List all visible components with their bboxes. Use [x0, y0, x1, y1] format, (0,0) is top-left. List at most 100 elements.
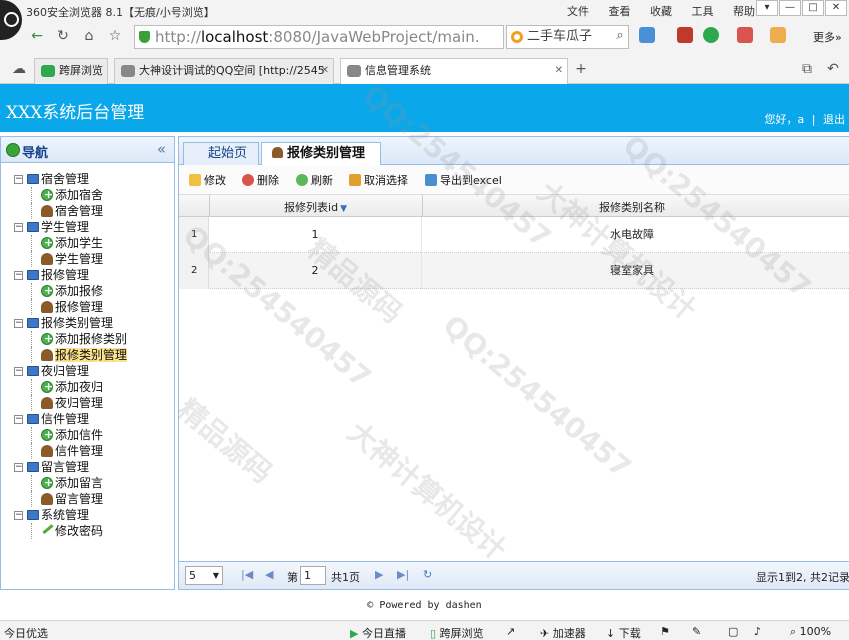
- cancel-select-button[interactable]: 取消选择: [349, 172, 408, 188]
- collapse-toggle-icon[interactable]: −: [14, 319, 23, 328]
- flag-icon[interactable]: ⚑: [660, 625, 670, 638]
- sidebar-item[interactable]: 添加学生: [1, 235, 174, 251]
- menu-view[interactable]: 查看: [609, 5, 631, 18]
- sidebar-item[interactable]: 夜归管理: [1, 395, 174, 411]
- sidebar-item[interactable]: 信件管理: [1, 443, 174, 459]
- refresh-button[interactable]: 刷新: [296, 172, 333, 188]
- grid-pager: 5 |◀ ◀ 第 1 共1页 ▶ ▶| ↻ 显示1到2, 共2记录: [179, 561, 849, 589]
- sidebar-item-label: 添加报修类别: [55, 332, 128, 346]
- skin-icon[interactable]: ▾: [756, 0, 778, 16]
- screenshot-icon[interactable]: [770, 27, 786, 43]
- table-row[interactable]: 1 1 水电故障: [179, 217, 849, 253]
- window-icon[interactable]: ▢: [728, 625, 738, 638]
- sidebar-group[interactable]: − 夜归管理: [1, 363, 174, 379]
- sidebar-group[interactable]: − 报修管理: [1, 267, 174, 283]
- menu-help[interactable]: 帮助: [733, 5, 755, 18]
- menu-file[interactable]: 文件: [567, 5, 589, 18]
- collapse-toggle-icon[interactable]: −: [14, 175, 23, 184]
- sidebar-item[interactable]: 添加报修类别: [1, 331, 174, 347]
- collapse-icon[interactable]: «: [157, 140, 166, 158]
- sidebar-item[interactable]: 学生管理: [1, 251, 174, 267]
- browser-tab-cross[interactable]: 跨屏浏览: [34, 58, 108, 84]
- collapse-toggle-icon[interactable]: −: [14, 463, 23, 472]
- minimize-icon[interactable]: —: [779, 0, 801, 16]
- undo-icon: [349, 174, 361, 186]
- maximize-icon[interactable]: □: [802, 0, 824, 16]
- new-tab-button[interactable]: +: [570, 58, 592, 80]
- accelerator-link[interactable]: ✈ 加速器: [540, 625, 586, 640]
- edit-page-icon[interactable]: ✎: [692, 625, 701, 638]
- next-page-icon[interactable]: ▶: [375, 568, 383, 581]
- more-menu[interactable]: 更多»: [813, 29, 842, 45]
- sidebar-group[interactable]: − 学生管理: [1, 219, 174, 235]
- first-page-icon[interactable]: |◀: [241, 568, 253, 581]
- download-link[interactable]: ↓ 下载: [606, 625, 641, 640]
- cross-label: 跨屏浏览: [439, 627, 484, 640]
- tab-home[interactable]: 起始页: [183, 142, 259, 165]
- home-icon[interactable]: ⌂: [78, 25, 100, 47]
- sidebar-group[interactable]: − 报修类别管理: [1, 315, 174, 331]
- sound-icon[interactable]: ♪: [754, 625, 761, 638]
- sidebar-group[interactable]: − 信件管理: [1, 411, 174, 427]
- edit-button[interactable]: 修改: [189, 172, 226, 188]
- mail-icon[interactable]: [677, 27, 693, 43]
- back-icon[interactable]: ←: [26, 25, 48, 47]
- tab-repair-category[interactable]: 报修类别管理×: [261, 142, 381, 181]
- sidebar-item[interactable]: 添加报修: [1, 283, 174, 299]
- address-bar[interactable]: http://localhost:8080/JavaWebProject/mai…: [134, 25, 504, 49]
- prev-page-icon[interactable]: ◀: [265, 568, 273, 581]
- sidebar-item[interactable]: 修改密码: [1, 521, 174, 539]
- sidebar-item[interactable]: 添加夜归: [1, 379, 174, 395]
- tab-close-icon[interactable]: ✕: [555, 59, 563, 83]
- bookmark-star-icon[interactable]: ☆: [104, 25, 126, 47]
- collapse-toggle-icon[interactable]: −: [14, 415, 23, 424]
- delete-button[interactable]: 删除: [242, 172, 279, 188]
- user-icon: [41, 445, 53, 457]
- sidebar-item[interactable]: 添加留言: [1, 475, 174, 491]
- collapse-toggle-icon[interactable]: −: [14, 271, 23, 280]
- table-row[interactable]: 2 2 寝室家具: [179, 253, 849, 289]
- close-window-icon[interactable]: ✕: [825, 0, 847, 16]
- sidebar-item-label: 留言管理: [55, 492, 104, 506]
- sidebar-group[interactable]: − 系统管理: [1, 507, 174, 523]
- collapse-toggle-icon[interactable]: −: [14, 367, 23, 376]
- browser-tab-active[interactable]: 信息管理系统 ✕: [340, 58, 568, 84]
- page-number-input[interactable]: 1: [300, 566, 326, 585]
- wallet-icon[interactable]: [703, 27, 719, 43]
- browser-tab-qzone[interactable]: 大神设计调试的QQ空间 [http://2545 ✕: [114, 58, 334, 84]
- sidebar-item-label: 添加夜归: [55, 380, 104, 394]
- search-icon[interactable]: ⌕: [609, 25, 631, 47]
- cloud-icon[interactable]: ☁: [8, 58, 30, 80]
- column-header-name[interactable]: 报修类别名称: [422, 199, 842, 215]
- live-link[interactable]: ▶ 今日直播: [350, 625, 406, 640]
- translate-icon[interactable]: [737, 27, 753, 43]
- computer-icon: [27, 462, 39, 472]
- menu-favorites[interactable]: 收藏: [650, 5, 672, 18]
- zoom-control[interactable]: ⌕ 100%: [790, 625, 831, 639]
- export-excel-button[interactable]: 导出到excel: [425, 172, 502, 188]
- last-page-icon[interactable]: ▶|: [397, 568, 409, 581]
- sidebar-group[interactable]: − 宿舍管理: [1, 171, 174, 187]
- apps-icon[interactable]: [639, 27, 655, 43]
- restore-tabs-icon[interactable]: ⧉: [796, 58, 818, 80]
- logout-link[interactable]: 退出: [823, 113, 845, 126]
- column-header-id[interactable]: 报修列表id ▼: [209, 199, 422, 215]
- collapse-toggle-icon[interactable]: −: [14, 511, 23, 520]
- sidebar-item[interactable]: 添加宿舍: [1, 187, 174, 203]
- sidebar-item[interactable]: 报修类别管理: [1, 347, 174, 363]
- sidebar-item[interactable]: 报修管理: [1, 299, 174, 315]
- status-left[interactable]: 今日优选: [4, 625, 48, 640]
- sidebar-group[interactable]: − 留言管理: [1, 459, 174, 475]
- sidebar-item[interactable]: 留言管理: [1, 491, 174, 507]
- page-size-select[interactable]: 5: [185, 566, 223, 585]
- menu-tools[interactable]: 工具: [692, 5, 714, 18]
- cross-screen-link[interactable]: ▯ 跨屏浏览: [430, 625, 484, 640]
- sidebar-item[interactable]: 宿舍管理: [1, 203, 174, 219]
- sidebar-item[interactable]: 添加信件: [1, 427, 174, 443]
- undo-close-icon[interactable]: ↶: [822, 58, 844, 80]
- pager-refresh-icon[interactable]: ↻: [423, 568, 432, 581]
- share-icon[interactable]: ↗: [506, 625, 515, 638]
- tab-close-icon[interactable]: ✕: [321, 59, 329, 83]
- reload-icon[interactable]: ↻: [52, 25, 74, 47]
- collapse-toggle-icon[interactable]: −: [14, 223, 23, 232]
